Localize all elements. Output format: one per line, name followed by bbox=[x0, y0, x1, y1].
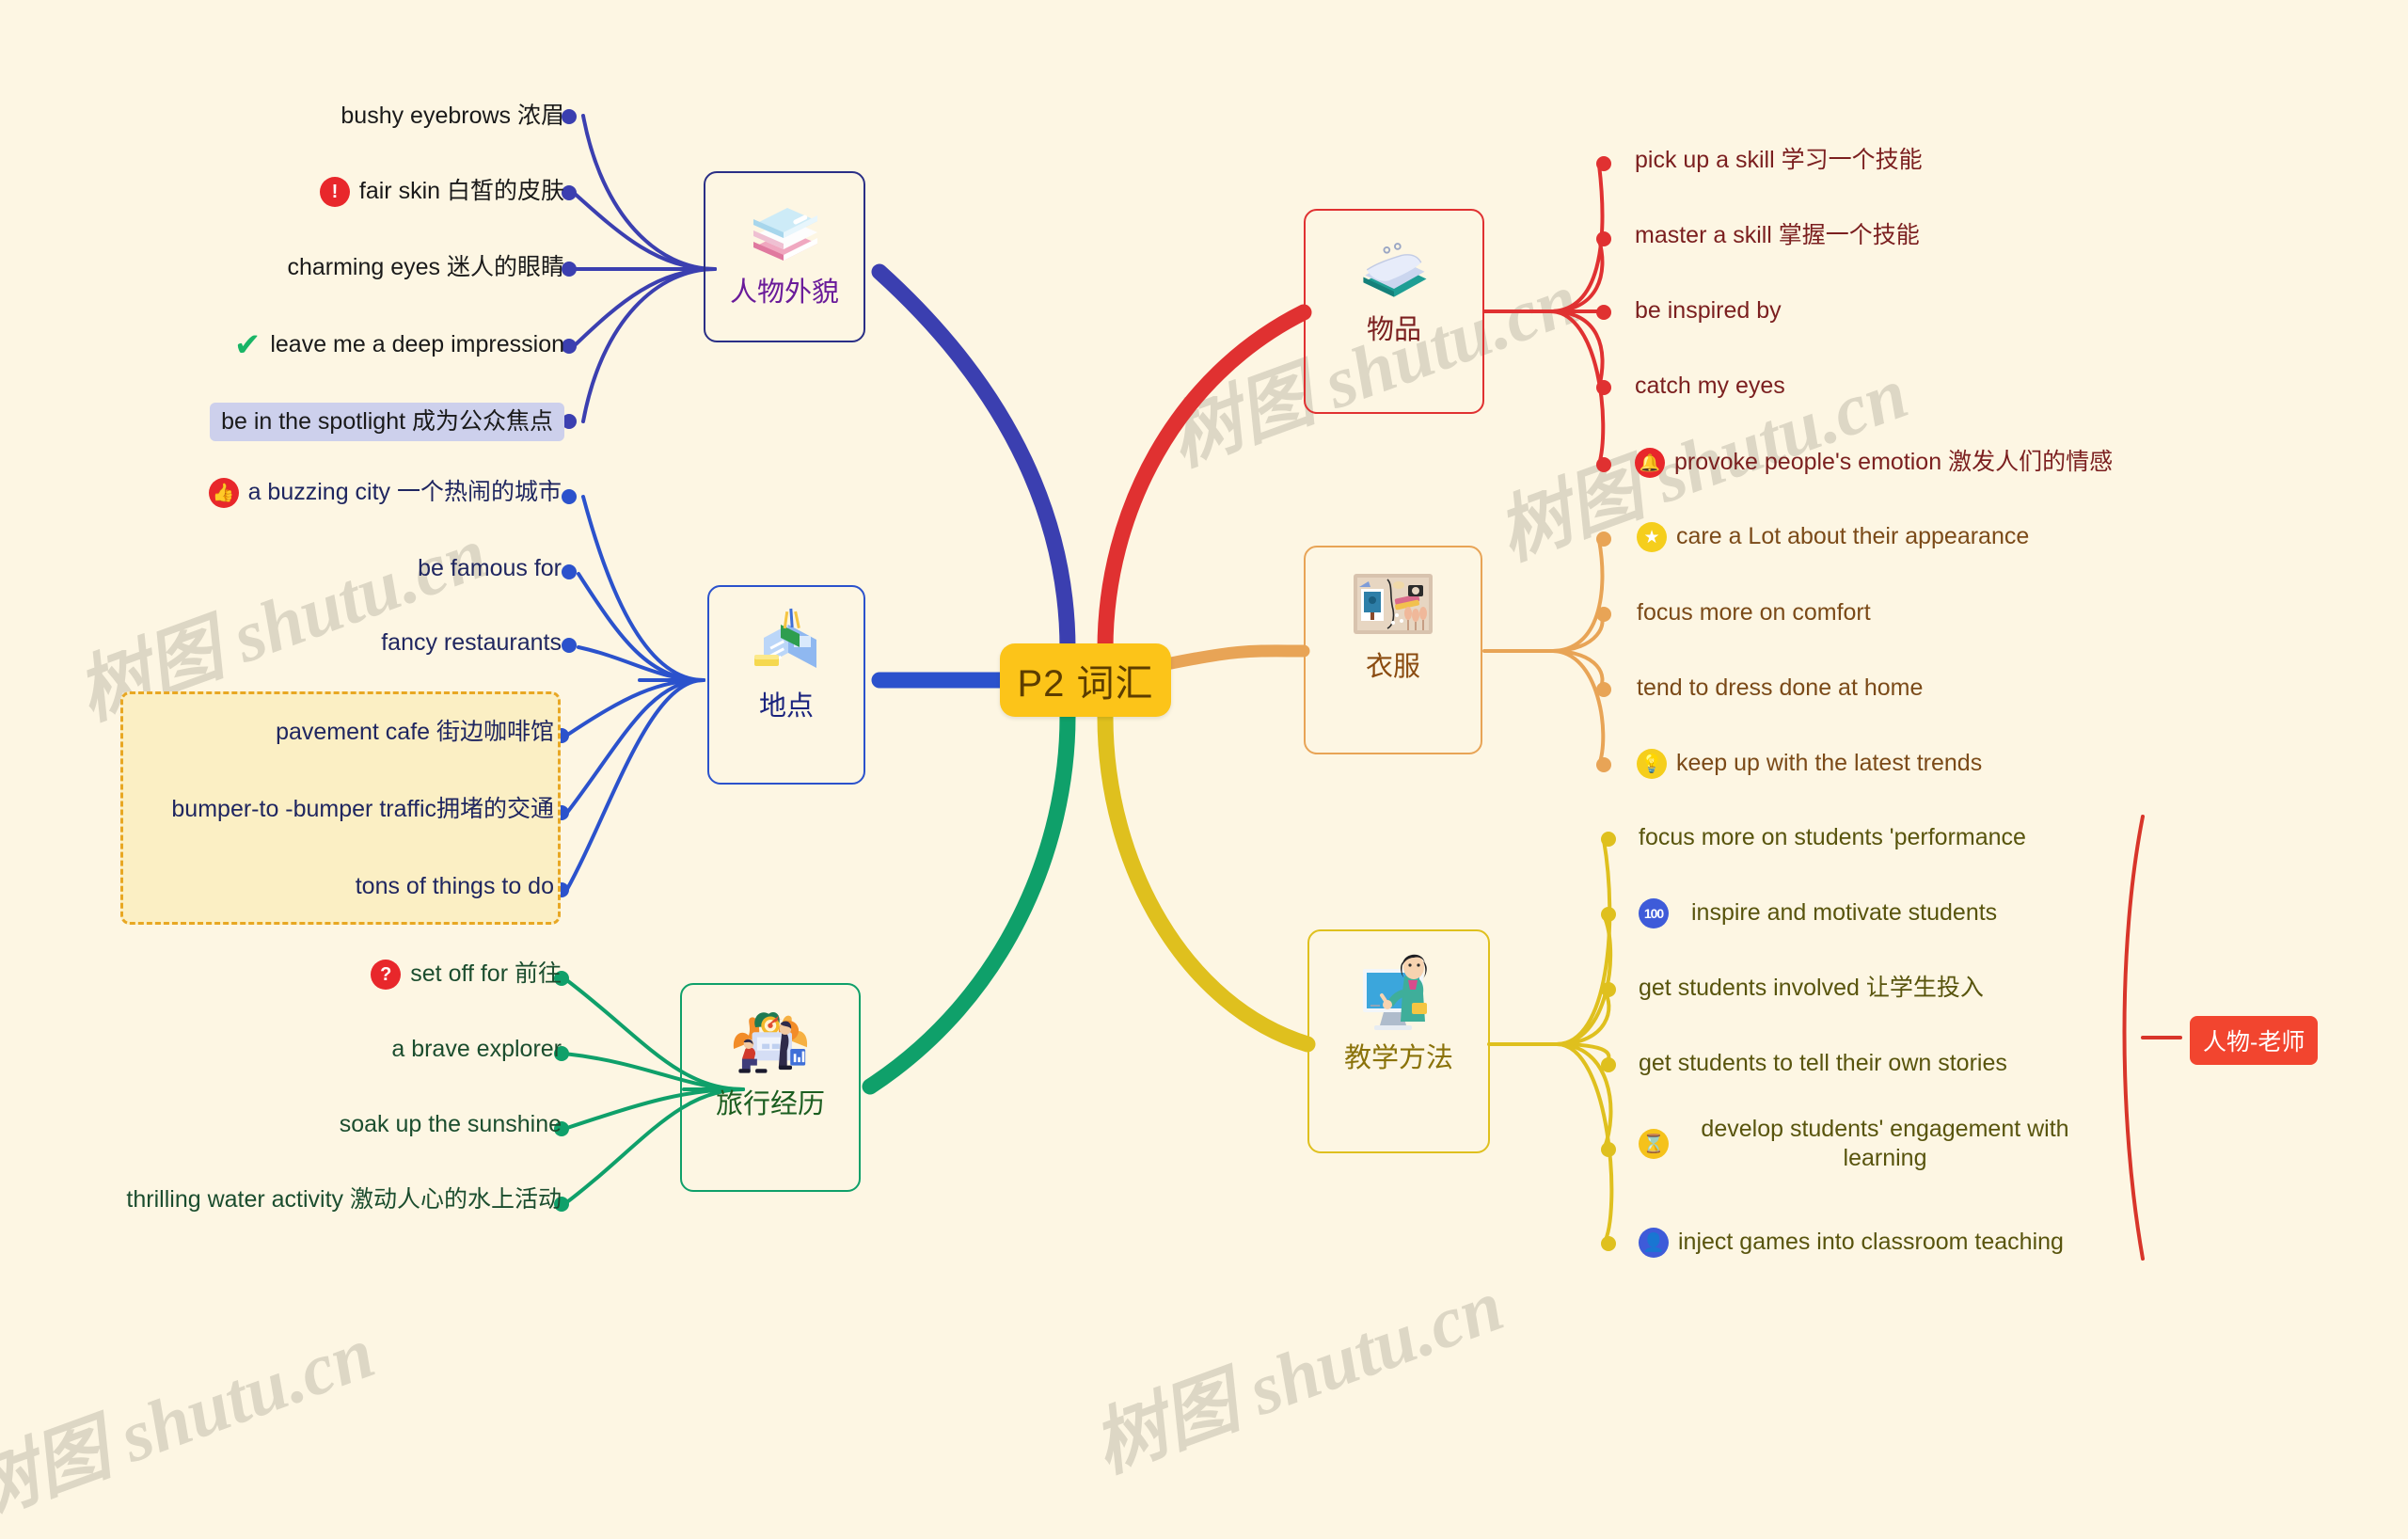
leaf-node[interactable]: be famous for bbox=[113, 554, 562, 583]
hourglass-badge-icon: ⌛ bbox=[1639, 1129, 1669, 1160]
notepad-stack-icon bbox=[1351, 224, 1437, 310]
branch-node-objects[interactable]: 物品 bbox=[1304, 209, 1484, 414]
leaf-node[interactable]: 100 inspire and motivate students bbox=[1639, 898, 2297, 928]
branch-node-appearance[interactable]: 人物外貌 bbox=[704, 171, 865, 342]
leaf-node[interactable]: be inspired by bbox=[1635, 296, 2218, 325]
person-badge-icon: 👤 bbox=[1639, 1228, 1669, 1258]
branch-node-label: 地点 bbox=[758, 691, 814, 722]
leaf-node[interactable]: pavement cafe 街边咖啡馆 bbox=[113, 718, 554, 747]
star-badge-icon: ★ bbox=[1637, 522, 1667, 552]
leaf-node[interactable]: ! fair skin 白皙的皮肤 bbox=[150, 177, 564, 207]
leaf-node[interactable]: focus more on students 'performance bbox=[1639, 823, 2297, 852]
leaf-node[interactable]: tend to dress done at home bbox=[1637, 674, 2276, 703]
leaf-node[interactable]: focus more on comfort bbox=[1637, 598, 2276, 627]
branch-node-clothes[interactable]: 衣服 bbox=[1304, 546, 1482, 754]
leaf-node[interactable]: ★ care a Lot about their appearance bbox=[1637, 522, 2276, 552]
branch-node-label: 衣服 bbox=[1365, 652, 1420, 682]
leaf-node[interactable]: ✔ leave me a deep impression bbox=[150, 329, 564, 361]
leaf-node[interactable]: get students involved 让学生投入 bbox=[1639, 974, 2297, 1003]
branch-node-label: 人物外貌 bbox=[729, 278, 839, 308]
teacher-monitor-icon bbox=[1349, 944, 1449, 1039]
leaf-node[interactable]: a brave explorer bbox=[113, 1035, 562, 1064]
leaf-node[interactable]: tons of things to do bbox=[113, 872, 554, 901]
branch-node-label: 旅行经历 bbox=[715, 1089, 825, 1119]
moodboard-icon bbox=[1350, 561, 1436, 647]
leaf-node[interactable]: pick up a skill 学习一个技能 bbox=[1635, 146, 2218, 175]
branch-node-label: 物品 bbox=[1366, 315, 1421, 345]
question-badge-icon: ? bbox=[371, 960, 402, 990]
desk-organizer-icon bbox=[743, 600, 830, 687]
green-check-icon: ✔ bbox=[233, 327, 261, 363]
leaf-node[interactable]: ? set off for 前往 bbox=[113, 960, 562, 990]
branch-node-travel[interactable]: 旅行经历 bbox=[680, 983, 861, 1192]
lightbulb-badge-icon: 💡 bbox=[1637, 749, 1667, 779]
leaf-node[interactable]: thrilling water activity 激动人心的水上活动 bbox=[56, 1185, 562, 1214]
leaf-node[interactable]: be in the spotlight 成为公众焦点 bbox=[150, 403, 564, 442]
leaf-node[interactable]: ⌛ develop students' engagement with lear… bbox=[1639, 1115, 2081, 1174]
leaf-node[interactable]: bushy eyebrows 浓眉 bbox=[150, 102, 564, 131]
central-topic[interactable]: P2 词汇 bbox=[1000, 643, 1171, 717]
stacked-books-icon bbox=[741, 186, 828, 273]
leaf-node[interactable]: soak up the sunshine bbox=[113, 1110, 562, 1139]
branch-node-place[interactable]: 地点 bbox=[707, 585, 865, 785]
leaf-node[interactable]: bumper-to -bumper traffic拥堵的交通 bbox=[113, 795, 554, 824]
leaf-node[interactable]: fancy restaurants bbox=[113, 628, 562, 658]
branch-node-teaching[interactable]: 教学方法 bbox=[1307, 929, 1490, 1153]
leaf-node[interactable]: 👤 inject games into classroom teaching bbox=[1639, 1228, 2297, 1258]
leaf-node[interactable]: 💡 keep up with the latest trends bbox=[1637, 749, 2276, 779]
travel-planning-icon bbox=[727, 998, 814, 1085]
mindmap-canvas: 树图 shutu.cn 树图 shutu.cn 树图 shutu.cn 树图 s… bbox=[0, 0, 2408, 1534]
hundred-points-badge-icon: 100 bbox=[1639, 898, 1669, 928]
leaf-node[interactable]: master a skill 掌握一个技能 bbox=[1635, 221, 2218, 250]
watermark: 树图 shutu.cn bbox=[1083, 1263, 1513, 1487]
thumbs-up-badge-icon: 👍 bbox=[208, 478, 239, 508]
leaf-node[interactable]: 🔔 provoke people's emotion 激发人们的情感 bbox=[1635, 448, 2293, 478]
branch-node-label: 教学方法 bbox=[1343, 1043, 1453, 1073]
exclamation-badge-icon: ! bbox=[319, 177, 350, 207]
bell-badge-icon: 🔔 bbox=[1635, 448, 1665, 478]
watermark: 树图 shutu.cn bbox=[0, 1310, 385, 1534]
central-topic-label: P2 词汇 bbox=[1017, 663, 1154, 705]
boundary-label-teacher[interactable]: 人物-老师 bbox=[2190, 1016, 2319, 1065]
leaf-node[interactable]: 👍 a buzzing city 一个热闹的城市 bbox=[113, 478, 562, 508]
leaf-node[interactable]: catch my eyes bbox=[1635, 372, 2218, 401]
leaf-node[interactable]: charming eyes 迷人的眼睛 bbox=[150, 253, 564, 282]
